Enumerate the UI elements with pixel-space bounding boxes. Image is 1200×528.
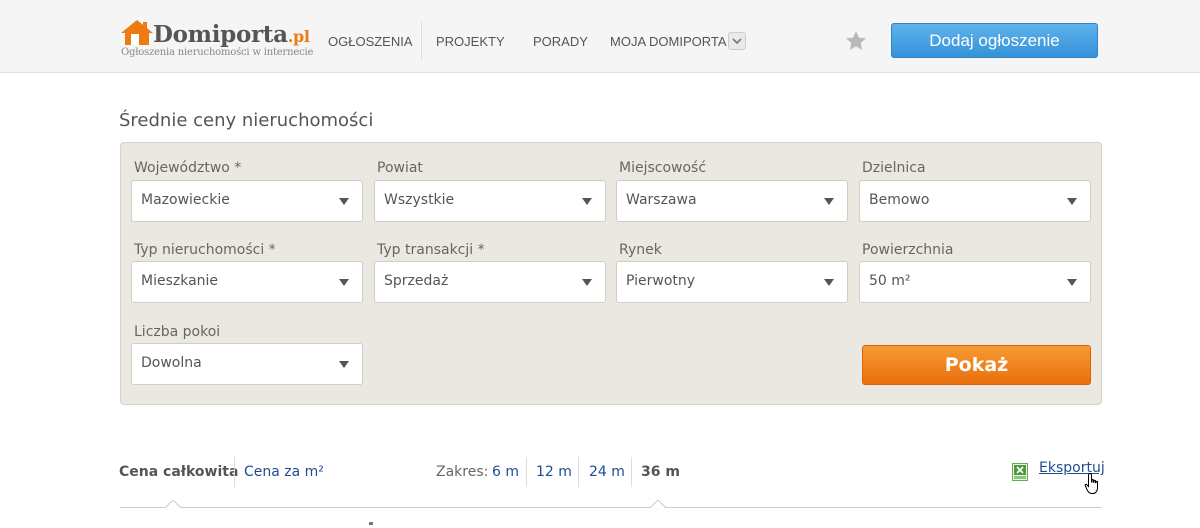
nav-porady[interactable]: PORADY bbox=[533, 22, 588, 60]
range-divider bbox=[578, 457, 579, 487]
nav-moja-domiporta[interactable]: MOJA DOMIPORTA bbox=[610, 22, 727, 60]
wojewodztwo-select[interactable]: Mazowieckie bbox=[131, 180, 363, 222]
dropdown-arrow-icon bbox=[339, 361, 349, 368]
liczba-pokoi-select[interactable]: Dowolna bbox=[131, 343, 363, 385]
nav-projekty[interactable]: PROJEKTY bbox=[436, 22, 505, 60]
logo-tld: .pl bbox=[287, 27, 310, 46]
typ-transakcji-label: Typ transakcji * bbox=[377, 242, 485, 258]
excel-icon[interactable] bbox=[1012, 463, 1028, 481]
results-divider bbox=[120, 507, 1102, 508]
dzielnica-value: Bemowo bbox=[869, 192, 930, 208]
tab-price-per-m2[interactable]: Cena za m² bbox=[244, 460, 324, 484]
nav-ogloszenia[interactable]: OGŁOSZENIA bbox=[328, 22, 413, 60]
rynek-select[interactable]: Pierwotny bbox=[616, 261, 848, 303]
range-option-24m[interactable]: 24 m bbox=[589, 460, 625, 484]
chevron-down-icon[interactable] bbox=[728, 32, 746, 50]
logo-name: Domiporta bbox=[153, 21, 288, 48]
dzielnica-select[interactable]: Bemowo bbox=[859, 180, 1091, 222]
liczba-pokoi-label: Liczba pokoi bbox=[134, 324, 221, 340]
active-range-indicator bbox=[650, 500, 666, 508]
typ-nieruchomosci-label: Typ nieruchomości * bbox=[134, 242, 276, 258]
tab-divider bbox=[234, 457, 235, 487]
miejscowosc-select[interactable]: Warszawa bbox=[616, 180, 848, 222]
dropdown-arrow-icon bbox=[1067, 279, 1077, 286]
logo-tagline: Ogłoszenia nieruchomości w internecie bbox=[121, 47, 314, 58]
hand-cursor-icon bbox=[1084, 472, 1098, 494]
typ-transakcji-value: Sprzedaż bbox=[384, 273, 449, 289]
add-listing-button[interactable]: Dodaj ogłoszenie bbox=[891, 23, 1098, 58]
logo[interactable]: Domiporta.pl Ogłoszenia nieruchomości w … bbox=[119, 18, 313, 62]
powierzchnia-select[interactable]: 50 m² bbox=[859, 261, 1091, 303]
dropdown-arrow-icon bbox=[582, 198, 592, 205]
powierzchnia-value: 50 m² bbox=[869, 273, 911, 289]
powierzchnia-label: Powierzchnia bbox=[862, 242, 954, 258]
dropdown-arrow-icon bbox=[824, 198, 834, 205]
rynek-value: Pierwotny bbox=[626, 273, 696, 289]
dropdown-arrow-icon bbox=[1067, 198, 1077, 205]
miejscowosc-value: Warszawa bbox=[626, 192, 697, 208]
dzielnica-label: Dzielnica bbox=[862, 160, 926, 176]
star-icon[interactable] bbox=[844, 29, 868, 53]
miejscowosc-label: Miejscowość bbox=[619, 160, 707, 176]
show-button[interactable]: Pokaż bbox=[862, 345, 1091, 385]
dropdown-arrow-icon bbox=[339, 198, 349, 205]
dropdown-arrow-icon bbox=[824, 279, 834, 286]
dropdown-arrow-icon bbox=[582, 279, 592, 286]
house-logo-icon bbox=[121, 20, 153, 45]
chart-tick-mark bbox=[369, 522, 373, 525]
dropdown-arrow-icon bbox=[339, 279, 349, 286]
range-option-6m[interactable]: 6 m bbox=[492, 460, 519, 484]
top-bar: Domiporta.pl Ogłoszenia nieruchomości w … bbox=[0, 0, 1200, 73]
tab-total-price[interactable]: Cena całkowita bbox=[119, 460, 238, 484]
powiat-value: Wszystkie bbox=[384, 192, 455, 208]
range-label: Zakres: bbox=[436, 464, 489, 480]
typ-nieruchomosci-select[interactable]: Mieszkanie bbox=[131, 261, 363, 303]
typ-nieruchomosci-value: Mieszkanie bbox=[141, 273, 219, 289]
rynek-label: Rynek bbox=[619, 242, 662, 258]
logo-text: Domiporta.pl bbox=[153, 21, 310, 48]
range-option-36m[interactable]: 36 m bbox=[641, 460, 680, 484]
wojewodztwo-value: Mazowieckie bbox=[141, 192, 230, 208]
range-divider bbox=[631, 457, 632, 487]
powiat-label: Powiat bbox=[377, 160, 423, 176]
range-divider bbox=[526, 457, 527, 487]
powiat-select[interactable]: Wszystkie bbox=[374, 180, 606, 222]
nav-divider bbox=[421, 22, 422, 60]
liczba-pokoi-value: Dowolna bbox=[141, 355, 202, 371]
wojewodztwo-label: Województwo * bbox=[134, 160, 242, 176]
active-tab-indicator bbox=[165, 500, 181, 508]
range-option-12m[interactable]: 12 m bbox=[536, 460, 572, 484]
page-title: Średnie ceny nieruchomości bbox=[119, 110, 374, 131]
typ-transakcji-select[interactable]: Sprzedaż bbox=[374, 261, 606, 303]
